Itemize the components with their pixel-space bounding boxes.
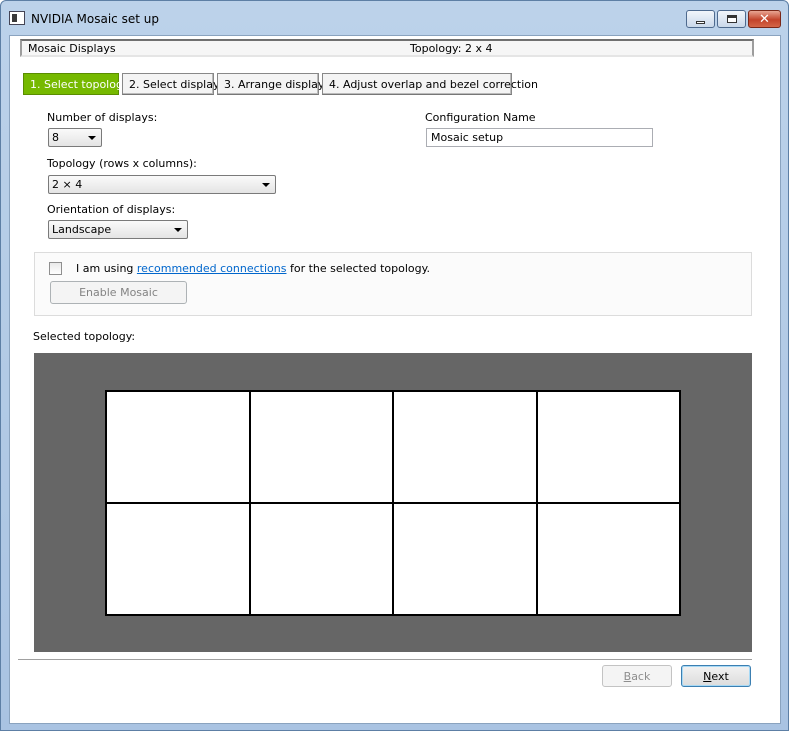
chevron-down-icon xyxy=(174,228,182,232)
dialog-body: Mosaic Displays Topology: 2 x 4 1. Selec… xyxy=(9,35,781,724)
section-title: Mosaic Displays xyxy=(28,42,116,55)
num-displays-label: Number of displays: xyxy=(47,111,158,124)
topology-value: 2 × 4 xyxy=(52,178,83,191)
next-label-rest: ext xyxy=(711,669,729,683)
topology-select[interactable]: 2 × 4 xyxy=(48,175,276,194)
recommended-connections-checkbox[interactable] xyxy=(49,262,62,275)
next-button[interactable]: Next xyxy=(681,665,751,687)
display-grid xyxy=(105,390,681,616)
tab-adjust-overlap[interactable]: 4. Adjust overlap and bezel correction xyxy=(322,73,538,95)
recommended-connections-link[interactable]: recommended connections xyxy=(137,262,287,275)
title-bar: NVIDIA Mosaic set up ✕ xyxy=(1,1,788,37)
app-window: NVIDIA Mosaic set up ✕ Mosaic Displays T… xyxy=(0,0,789,731)
app-icon xyxy=(9,11,25,25)
connections-text-after: for the selected topology. xyxy=(286,262,431,275)
display-cell xyxy=(394,392,536,502)
selected-topology-label: Selected topology: xyxy=(33,330,136,343)
config-name-input[interactable] xyxy=(426,128,653,147)
num-displays-select[interactable]: 8 xyxy=(48,128,102,147)
back-button[interactable]: Back xyxy=(602,665,672,687)
display-cell xyxy=(250,504,392,614)
maximize-icon xyxy=(726,15,737,23)
num-displays-value: 8 xyxy=(52,131,59,144)
tab-arrange-displays[interactable]: 3. Arrange displays xyxy=(217,73,330,95)
minimize-button[interactable] xyxy=(686,10,715,28)
connections-statement: I am using recommended connections for t… xyxy=(76,262,430,275)
header-bar: Mosaic Displays Topology: 2 x 4 xyxy=(20,39,754,57)
minimize-icon xyxy=(696,20,705,24)
topology-summary: Topology: 2 x 4 xyxy=(410,42,493,55)
topology-preview xyxy=(34,353,752,652)
tab-select-topology[interactable]: 1. Select topology xyxy=(23,73,129,95)
chevron-down-icon xyxy=(262,183,270,187)
display-cell xyxy=(394,504,536,614)
enable-mosaic-button[interactable]: Enable Mosaic xyxy=(50,281,187,304)
display-cell xyxy=(107,392,249,502)
back-access-key: B xyxy=(623,669,632,683)
connections-text-before: I am using xyxy=(76,262,137,275)
tab-select-displays[interactable]: 2. Select displays xyxy=(122,73,225,95)
close-icon: ✕ xyxy=(759,11,770,27)
orientation-select[interactable]: Landscape xyxy=(48,220,188,239)
display-cell xyxy=(537,504,679,614)
maximize-button[interactable] xyxy=(717,10,746,28)
next-access-key: N xyxy=(703,669,712,683)
connections-group: I am using recommended connections for t… xyxy=(34,252,752,316)
footer-divider xyxy=(18,659,752,661)
topology-label: Topology (rows x columns): xyxy=(47,157,197,170)
chevron-down-icon xyxy=(88,136,96,140)
window-title: NVIDIA Mosaic set up xyxy=(31,12,159,26)
display-cell xyxy=(250,392,392,502)
orientation-value: Landscape xyxy=(52,223,112,236)
display-cell xyxy=(107,504,249,614)
config-name-label: Configuration Name xyxy=(425,111,536,124)
close-button[interactable]: ✕ xyxy=(748,10,781,28)
display-cell xyxy=(537,392,679,502)
back-label-rest: ack xyxy=(631,669,651,683)
orientation-label: Orientation of displays: xyxy=(47,203,176,216)
